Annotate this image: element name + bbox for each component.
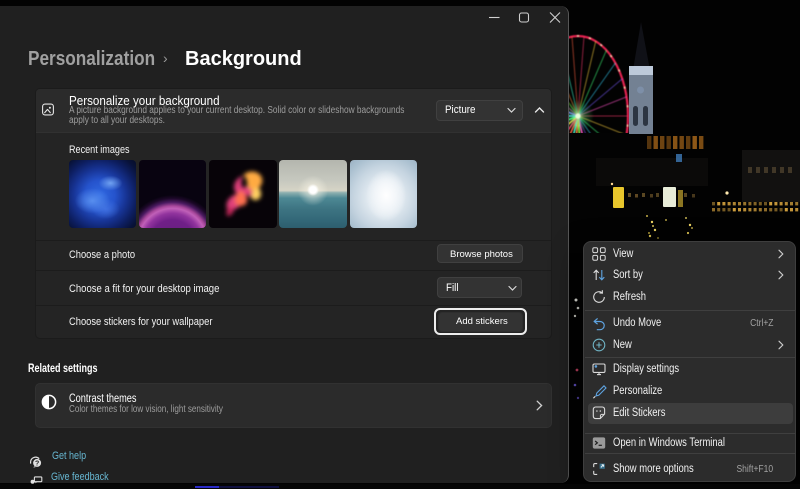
svg-text:?: ? [35, 460, 39, 467]
